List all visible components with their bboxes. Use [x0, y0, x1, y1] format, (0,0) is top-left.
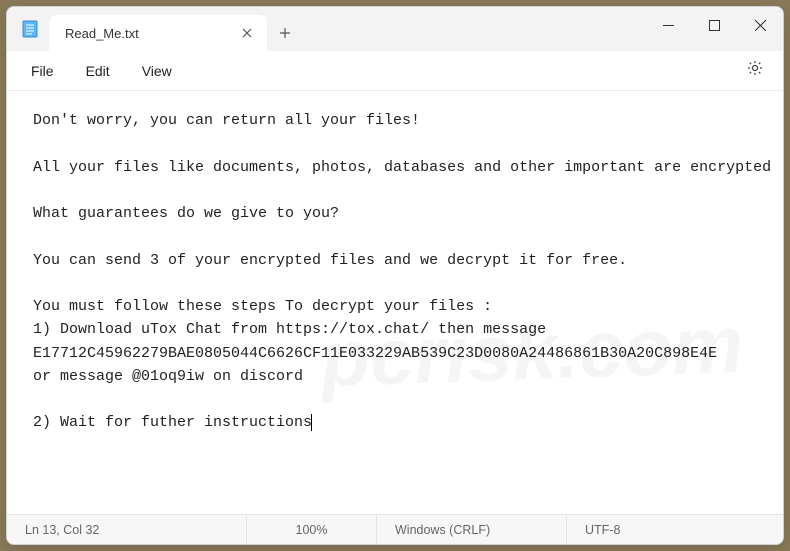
text-line: 2) Wait for futher instructions — [33, 414, 312, 431]
new-tab-button[interactable] — [267, 15, 303, 51]
text-line: What guarantees do we give to you? — [33, 205, 339, 222]
text-line: Don't worry, you can return all your fil… — [33, 112, 420, 129]
text-editor[interactable]: Don't worry, you can return all your fil… — [7, 91, 783, 514]
statusbar: Ln 13, Col 32 100% Windows (CRLF) UTF-8 — [7, 514, 783, 544]
notepad-icon — [21, 20, 39, 38]
titlebar: Read_Me.txt — [7, 7, 783, 51]
status-encoding: UTF-8 — [567, 515, 783, 544]
menubar: File Edit View — [7, 51, 783, 91]
close-window-button[interactable] — [737, 7, 783, 43]
settings-button[interactable] — [739, 55, 771, 87]
status-zoom[interactable]: 100% — [247, 515, 377, 544]
window-controls — [645, 7, 783, 43]
maximize-button[interactable] — [691, 7, 737, 43]
menu-file[interactable]: File — [15, 57, 70, 85]
gear-icon — [746, 59, 764, 82]
minimize-button[interactable] — [645, 7, 691, 43]
menu-edit[interactable]: Edit — [70, 57, 126, 85]
text-line: or message @01oq9iw on discord — [33, 368, 303, 385]
text-line: 1) Download uTox Chat from https://tox.c… — [33, 321, 717, 361]
text-line: All your files like documents, photos, d… — [33, 159, 771, 176]
tab-title: Read_Me.txt — [65, 26, 139, 41]
text-caret — [311, 414, 312, 431]
tab-active[interactable]: Read_Me.txt — [49, 15, 267, 51]
status-position: Ln 13, Col 32 — [7, 515, 247, 544]
menu-view[interactable]: View — [126, 57, 188, 85]
text-line: You must follow these steps To decrypt y… — [33, 298, 492, 315]
status-line-ending: Windows (CRLF) — [377, 515, 567, 544]
notepad-window: Read_Me.txt File Edit View — [6, 6, 784, 545]
close-tab-button[interactable] — [239, 25, 255, 41]
text-line: You can send 3 of your encrypted files a… — [33, 252, 627, 269]
